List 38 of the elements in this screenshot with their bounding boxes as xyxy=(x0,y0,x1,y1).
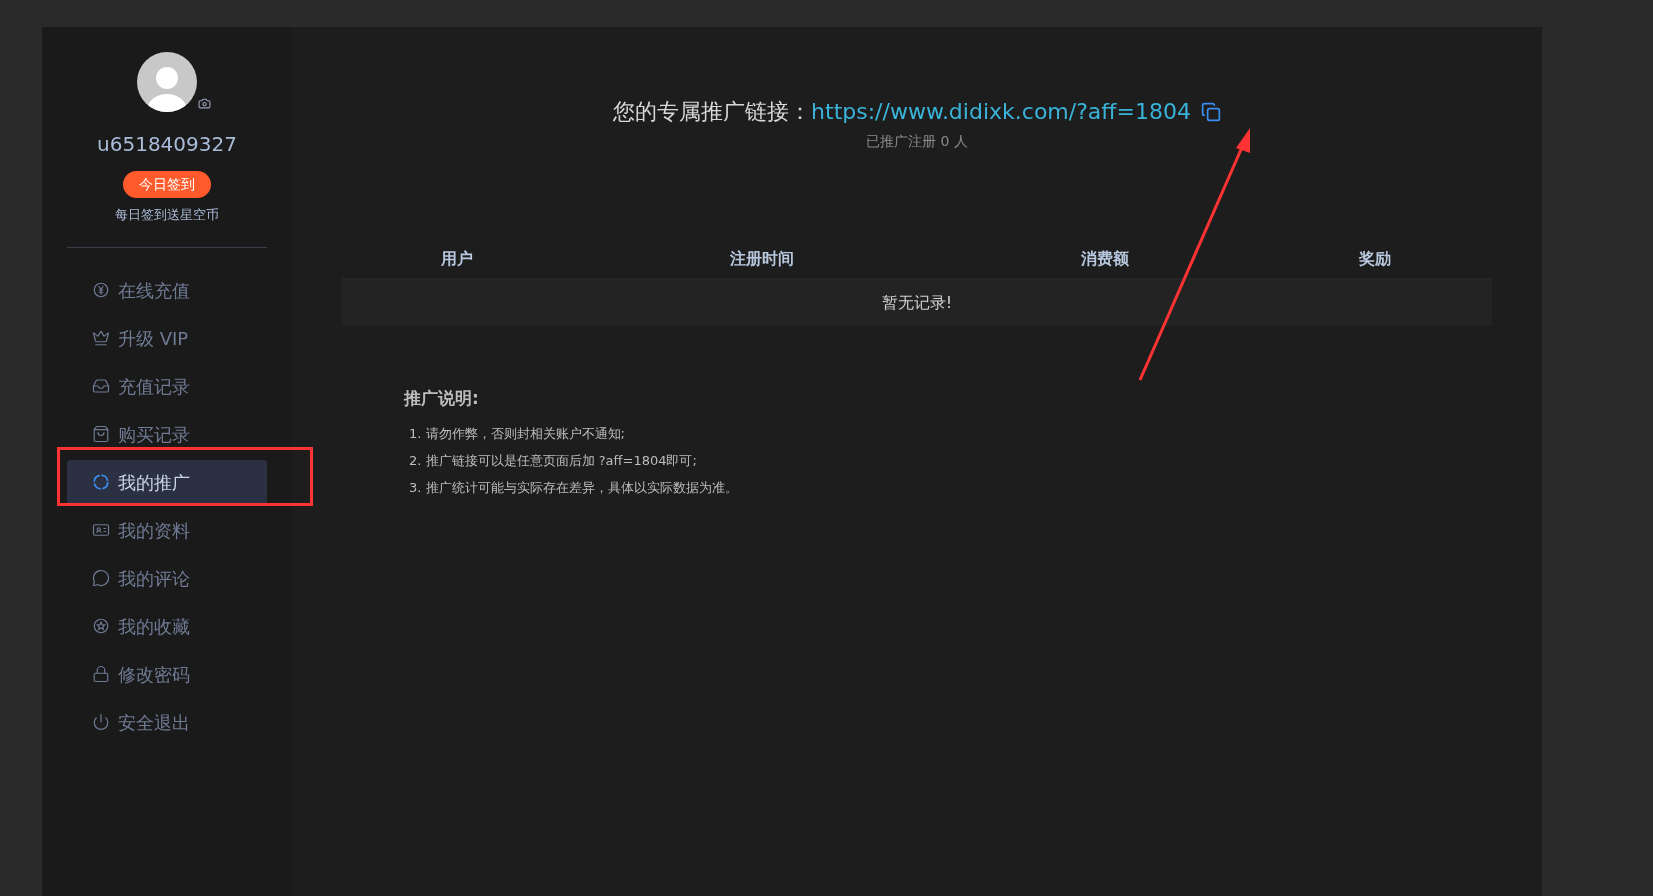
sidebar-item[interactable]: 修改密码 xyxy=(67,651,267,697)
empty-row: 暂无记录! xyxy=(342,280,1492,326)
crown-icon xyxy=(92,329,110,347)
dashed-circle-icon xyxy=(92,473,110,491)
note-item: 1. 请勿作弊，否则封相关账户不通知; xyxy=(409,424,626,443)
sidebar-item[interactable]: 充值记录 xyxy=(67,363,267,409)
note-item: 3. 推广统计可能与实际存在差异，具体以实际数据为准。 xyxy=(409,478,738,497)
column-header: 消费额 xyxy=(1080,248,1130,270)
username: u6518409327 xyxy=(97,131,237,158)
bag-icon xyxy=(92,425,110,443)
power-icon xyxy=(92,713,110,731)
column-header: 注册时间 xyxy=(729,248,795,270)
checkin-button[interactable]: 今日签到 xyxy=(123,171,211,198)
sidebar-item[interactable]: 购买记录 xyxy=(67,411,267,457)
sidebar-item[interactable]: 我的收藏 xyxy=(67,603,267,649)
registered-count: 已推广注册 0 人 xyxy=(866,132,968,151)
sidebar-item[interactable]: 我的评论 xyxy=(67,555,267,601)
sidebar-item[interactable]: 升级 VIP xyxy=(67,315,267,361)
sidebar-item[interactable]: 在线充值 xyxy=(67,267,267,313)
id-card-icon xyxy=(92,521,110,539)
lock-icon xyxy=(92,665,110,683)
copy-icon[interactable] xyxy=(1200,101,1221,122)
sidebar-item[interactable]: 我的资料 xyxy=(67,507,267,553)
inbox-icon xyxy=(92,377,110,395)
column-header: 用户 xyxy=(440,248,474,270)
sidebar-item[interactable]: 我的推广 xyxy=(67,459,267,505)
yen-coin-icon xyxy=(92,281,110,299)
chat-icon xyxy=(92,569,110,587)
promo-link-label: 您的专属推广链接： xyxy=(613,98,812,126)
column-header: 奖励 xyxy=(1358,248,1392,270)
checkin-hint: 每日签到送星空币 xyxy=(115,206,219,224)
camera-icon[interactable] xyxy=(198,97,211,110)
promo-link[interactable]: https://www.didixk.com/?aff=1804 xyxy=(811,95,1191,128)
note-item: 2. 推广链接可以是任意页面后加 ?aff=1804即可; xyxy=(409,451,698,470)
sidebar-item[interactable]: 安全退出 xyxy=(67,699,267,745)
avatar[interactable] xyxy=(137,52,197,112)
notes-title: 推广说明: xyxy=(404,387,480,410)
star-circle-icon xyxy=(92,617,110,635)
